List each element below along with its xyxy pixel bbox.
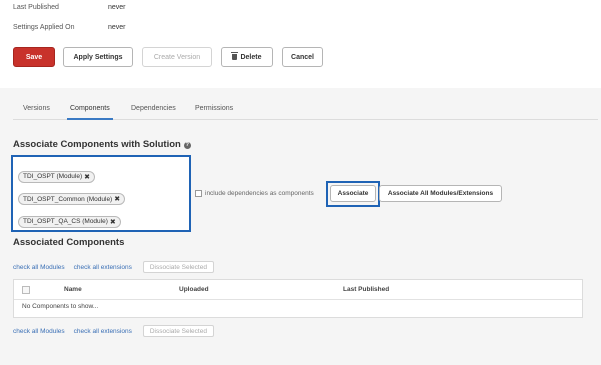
settings-panel: Last Published never Settings Applied On…: [0, 0, 601, 88]
dissociate-selected-button[interactable]: Dissociate Selected: [142, 261, 214, 273]
tab-bar: Versions Components Dependencies Permiss…: [13, 100, 598, 120]
column-header-last-published[interactable]: Last Published: [343, 280, 389, 299]
check-all-extensions-link[interactable]: check all extensions: [74, 328, 132, 335]
help-icon[interactable]: ?: [183, 142, 191, 149]
check-all-modules-link[interactable]: check all Modules: [13, 264, 65, 271]
create-version-label: Create Version: [153, 53, 201, 61]
dissociate-selected-button[interactable]: Dissociate Selected: [142, 325, 214, 337]
tab-versions[interactable]: Versions: [23, 105, 50, 112]
component-chip[interactable]: TDI_OSPT_QA_CS (Module) ✖: [18, 215, 121, 228]
create-version-button[interactable]: Create Version: [142, 47, 212, 67]
tab-dependencies[interactable]: Dependencies: [131, 105, 176, 112]
delete-label: Delete: [240, 53, 262, 61]
tab-permissions[interactable]: Permissions: [195, 105, 233, 112]
apply-settings-button[interactable]: Apply Settings: [63, 47, 133, 67]
select-all-checkbox[interactable]: [22, 285, 30, 294]
table-header-divider: [14, 299, 582, 300]
save-button-label: Save: [25, 53, 43, 61]
associate-button-label: Associate: [337, 190, 369, 197]
last-published-value: never: [108, 4, 126, 11]
associate-button[interactable]: Associate: [330, 185, 376, 202]
include-dependencies-option: include dependencies as components: [195, 190, 314, 197]
remove-chip-icon[interactable]: ✖: [84, 173, 90, 181]
check-all-extensions-link[interactable]: check all extensions: [74, 264, 132, 271]
associated-components-title: Associated Components: [13, 237, 125, 248]
tab-components[interactable]: Components: [67, 105, 113, 120]
select-all-header: [22, 280, 30, 299]
delete-button[interactable]: Delete: [221, 47, 273, 67]
include-dependencies-checkbox[interactable]: [195, 190, 202, 197]
associate-section-title: Associate Components with Solution?: [13, 139, 191, 150]
remove-chip-icon[interactable]: ✖: [110, 218, 116, 226]
remove-chip-icon[interactable]: ✖: [114, 195, 120, 203]
apply-settings-label: Apply Settings: [73, 53, 123, 61]
chip-label: TDI_OSPT_Common (Module): [23, 195, 113, 203]
save-button[interactable]: Save: [13, 47, 55, 67]
column-header-uploaded[interactable]: Uploaded: [179, 280, 209, 299]
component-chip[interactable]: TDI_OSPT (Module) ✖: [18, 170, 95, 183]
table-actions-bottom: check all Modules check all extensions D…: [13, 325, 214, 337]
cancel-button[interactable]: Cancel: [282, 47, 323, 67]
associate-title-text: Associate Components with Solution: [13, 139, 181, 150]
chip-label: TDI_OSPT_QA_CS (Module): [23, 218, 108, 225]
chip-label: TDI_OSPT (Module): [23, 173, 83, 180]
last-published-label: Last Published: [13, 4, 59, 11]
trash-icon: [231, 52, 239, 60]
associate-all-button[interactable]: Associate All Modules/Extensions: [379, 185, 502, 202]
column-header-name[interactable]: Name: [64, 280, 82, 299]
component-multiselect[interactable]: TDI_OSPT (Module) ✖ TDI_OSPT_Common (Modu…: [11, 155, 191, 232]
component-chip[interactable]: TDI_OSPT_Common (Module) ✖: [18, 193, 126, 205]
associated-components-table: Name Uploaded Last Published No Componen…: [13, 279, 583, 318]
check-all-modules-link[interactable]: check all Modules: [13, 328, 65, 335]
settings-applied-value: never: [108, 24, 126, 31]
empty-table-message: No Components to show...: [22, 303, 99, 310]
table-actions-top: check all Modules check all extensions D…: [13, 261, 214, 273]
settings-applied-label: Settings Applied On: [13, 24, 75, 31]
include-dependencies-label: include dependencies as components: [205, 190, 314, 197]
cancel-label: Cancel: [291, 53, 314, 61]
associate-all-label: Associate All Modules/Extensions: [387, 190, 494, 197]
